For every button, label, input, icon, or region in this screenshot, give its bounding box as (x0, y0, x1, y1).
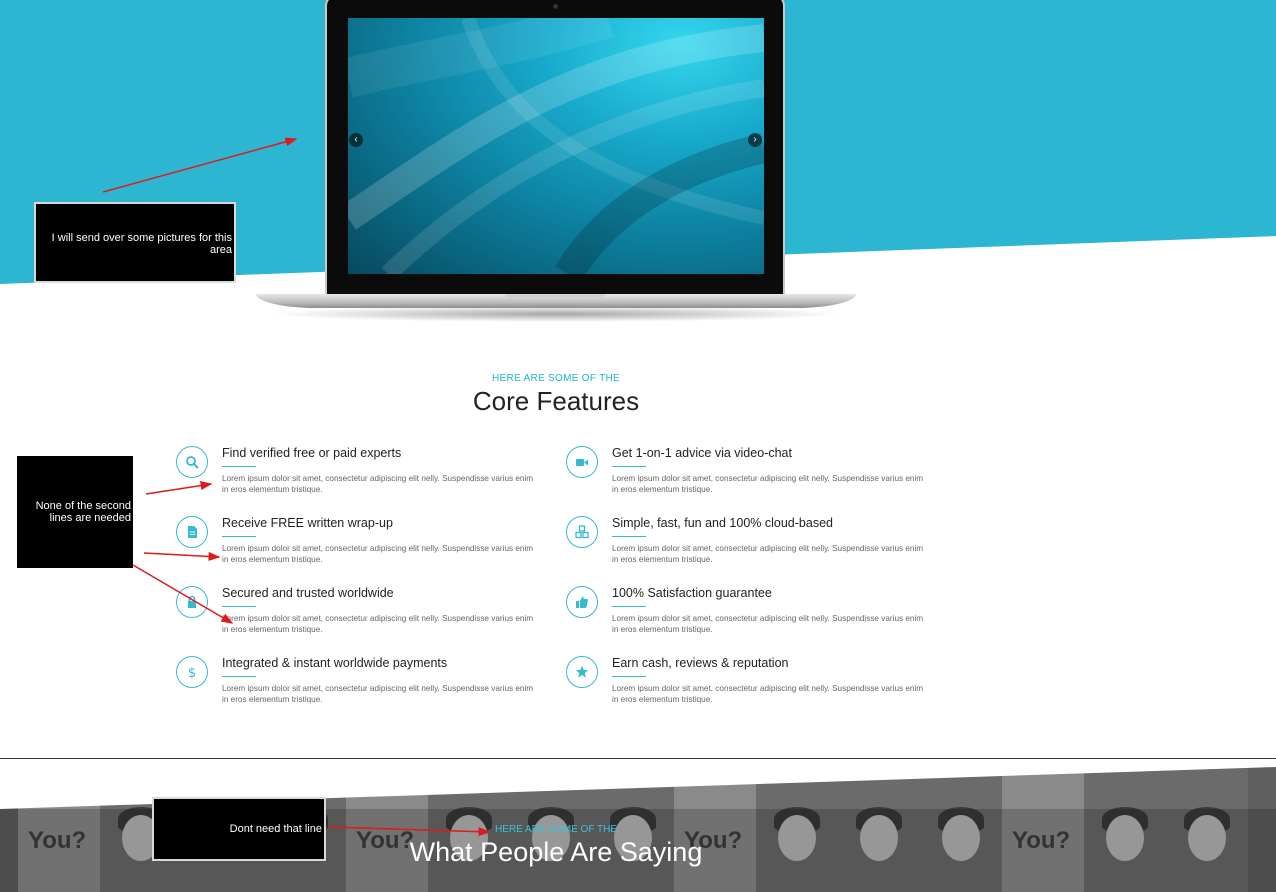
feature-item: Find verified free or paid experts Lorem… (176, 446, 546, 506)
feature-description: Lorem ipsum dolor sit amet, consectetur … (222, 684, 534, 704)
feature-underline (222, 536, 256, 537)
dollar-icon: $ (176, 656, 208, 688)
feature-title: Integrated & instant worldwide payments (222, 656, 448, 670)
feature-item: Secured and trusted worldwide Lorem ipsu… (176, 586, 546, 646)
feature-title: Receive FREE written wrap-up (222, 516, 393, 530)
screen-wallpaper (348, 18, 764, 274)
feature-item: Simple, fast, fun and 100% cloud-based L… (566, 516, 936, 576)
feature-title: Simple, fast, fun and 100% cloud-based (612, 516, 833, 530)
feature-underline (222, 466, 256, 467)
feature-item: 100% Satisfaction guarantee Lorem ipsum … (566, 586, 936, 646)
annotation-note-text: None of the second lines are needed (35, 500, 131, 524)
annotation-note-text: Dont need that line (229, 823, 322, 835)
svg-text:$: $ (188, 666, 196, 679)
feature-underline (612, 606, 646, 607)
feature-title: 100% Satisfaction guarantee (612, 586, 772, 600)
laptop-screen (348, 18, 764, 274)
feature-item: Get 1-on-1 advice via video-chat Lorem i… (566, 446, 936, 506)
feature-item: $ Integrated & instant worldwide payment… (176, 656, 546, 716)
thumbs-up-icon (566, 586, 598, 618)
feature-title: Find verified free or paid experts (222, 446, 402, 460)
annotation-note-line: Dont need that line (152, 797, 326, 861)
feature-description: Lorem ipsum dolor sit amet, consectetur … (222, 614, 534, 634)
features-title: Core Features (472, 386, 640, 416)
feature-title: Get 1-on-1 advice via video-chat (612, 446, 792, 460)
feature-underline (222, 606, 256, 607)
document-icon (176, 516, 208, 548)
annotation-note-text: I will send over some pictures for this … (51, 232, 232, 256)
feature-underline (222, 676, 256, 677)
annotation-note-pictures: I will send over some pictures for this … (34, 202, 236, 283)
feature-description: Lorem ipsum dolor sit amet, consectetur … (612, 614, 924, 634)
laptop-mockup: ‹ › (256, 0, 856, 330)
feature-description: Lorem ipsum dolor sit amet, consectetur … (612, 474, 924, 494)
annotation-note-second-lines: None of the second lines are needed (17, 456, 133, 568)
cubes-icon (566, 516, 598, 548)
lock-icon (176, 586, 208, 618)
feature-underline (612, 536, 646, 537)
search-icon (176, 446, 208, 478)
feature-description: Lorem ipsum dolor sit amet, consectetur … (612, 684, 924, 704)
laptop-shadow (266, 306, 846, 322)
feature-title: Earn cash, reviews & reputation (612, 656, 789, 670)
laptop-notch (505, 294, 605, 299)
video-camera-icon (566, 446, 598, 478)
feature-description: Lorem ipsum dolor sit amet, consectetur … (612, 544, 924, 564)
star-icon (566, 656, 598, 688)
laptop-camera (553, 4, 558, 9)
carousel-next-button[interactable]: › (748, 133, 762, 147)
feature-item: Earn cash, reviews & reputation Lorem ip… (566, 656, 936, 716)
feature-description: Lorem ipsum dolor sit amet, consectetur … (222, 474, 534, 494)
feature-underline (612, 466, 646, 467)
feature-title: Secured and trusted worldwide (222, 586, 394, 600)
carousel-prev-button[interactable]: ‹ (349, 133, 363, 147)
features-kicker: HERE ARE SOME OF THE (491, 373, 621, 384)
feature-item: Receive FREE written wrap-up Lorem ipsum… (176, 516, 546, 576)
feature-underline (612, 676, 646, 677)
section-divider (0, 758, 1276, 759)
feature-description: Lorem ipsum dolor sit amet, consectetur … (222, 544, 534, 564)
